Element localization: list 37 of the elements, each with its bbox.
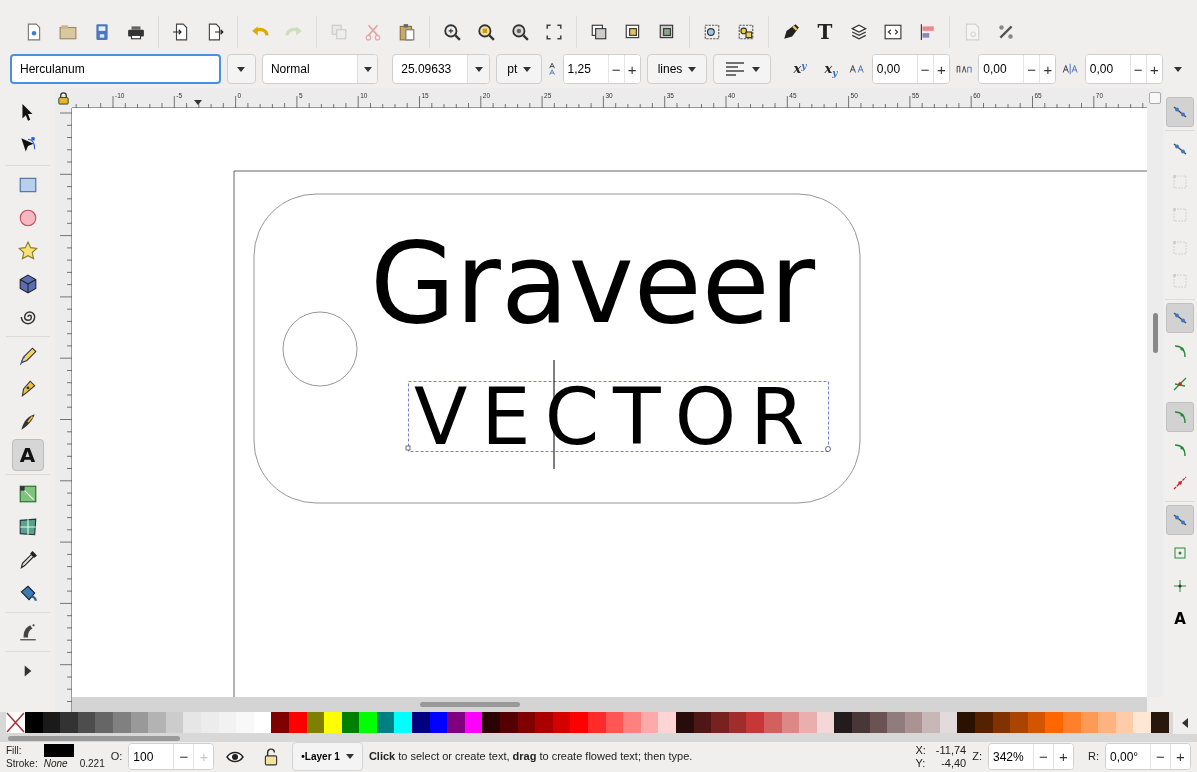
spacing-mode-dropdown[interactable]: lines — [646, 54, 708, 84]
text-tool-button[interactable]: A — [11, 439, 44, 471]
font-size-combo[interactable]: 25.09633 — [392, 54, 491, 84]
canvas-text[interactable]: VECTOR — [414, 372, 819, 462]
stroke-width-value: 0.221 — [79, 756, 105, 770]
spin-box[interactable]: 0,00° − + — [1105, 743, 1191, 770]
unit-dropdown[interactable]: pt — [496, 54, 543, 84]
canvas-text[interactable]: Graveer — [370, 218, 822, 348]
y-value: -4,40 — [940, 756, 967, 770]
spin-box[interactable]: 0,00 − + — [871, 54, 950, 84]
x-label: X: — [915, 743, 926, 757]
font-size-field[interactable]: 25.09633 — [393, 55, 468, 83]
stroke-value: None — [43, 756, 69, 770]
font-style-combo[interactable]: Normal — [261, 54, 379, 84]
y-label: Y: — [915, 756, 926, 770]
superscript-button[interactable]: x$^{y}$ — [787, 59, 813, 79]
rotation-label: R: — [1088, 749, 1099, 765]
text-button[interactable]: T — [810, 16, 840, 48]
snap-toggle-button[interactable]: A — [1166, 604, 1194, 634]
x-value: -11,74 — [935, 743, 967, 757]
spin-box[interactable]: 342% − + — [988, 743, 1074, 770]
stroke-label: Stroke: — [6, 756, 38, 770]
spin-box[interactable]: 0,00 − + — [1084, 54, 1163, 84]
increment-button[interactable]: + — [1170, 744, 1190, 769]
font-style-field[interactable]: Normal — [262, 55, 357, 83]
fill-label: Fill: — [6, 743, 23, 757]
status-message: Click to select or create text, drag to create flowed text; then type. — [368, 749, 693, 765]
increment-button[interactable]: + — [1053, 744, 1073, 769]
opacity-label: O: — [110, 749, 123, 765]
font-family-combo[interactable]: Herculanum — [10, 54, 221, 84]
layer-dropdown[interactable]: •Layer 1 — [292, 742, 363, 771]
spin-box[interactable]: 1,25 − + — [562, 54, 641, 84]
subscript-button[interactable]: x$_{y}$ — [818, 59, 844, 79]
font-family-field[interactable]: Herculanum — [12, 56, 208, 82]
spin-box[interactable]: 0,00 − + — [978, 54, 1057, 84]
zoom-label: Z: — [972, 749, 982, 765]
increment-button[interactable]: + — [1039, 55, 1056, 83]
